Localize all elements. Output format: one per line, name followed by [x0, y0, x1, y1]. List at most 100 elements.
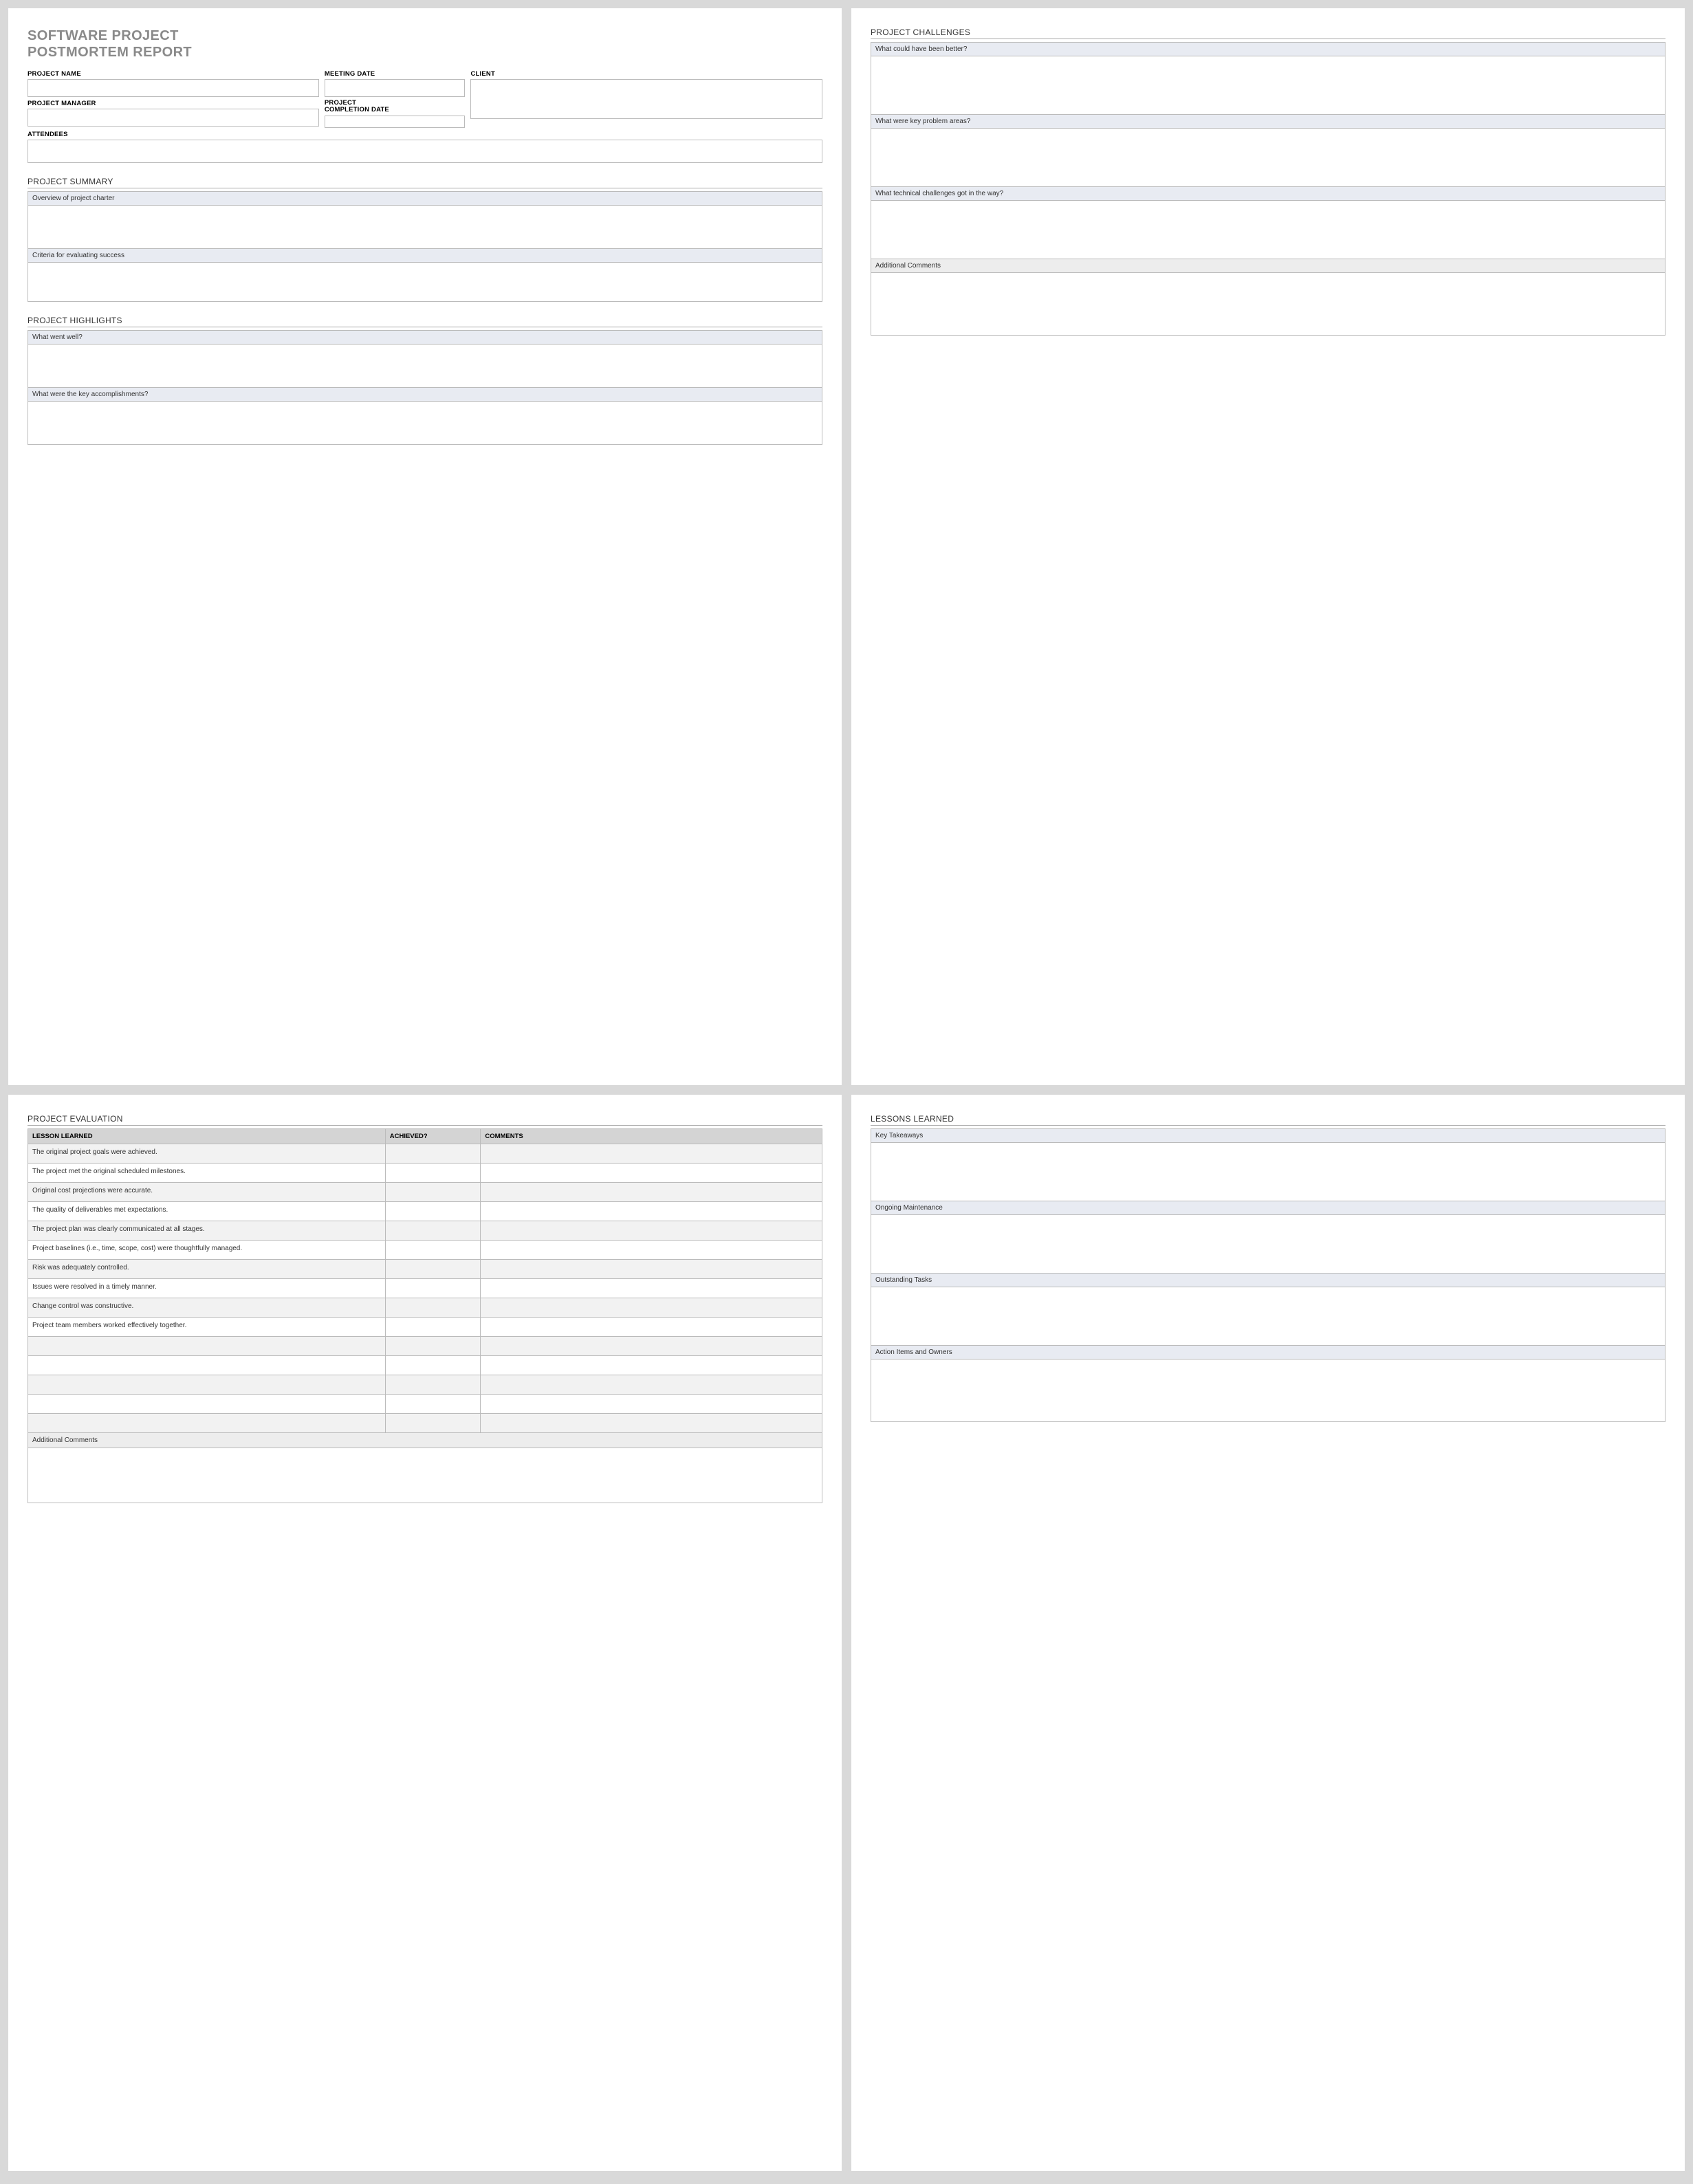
evaluation-table: LESSON LEARNED ACHIEVED? COMMENTS The or…	[28, 1128, 822, 1433]
cell-achieved[interactable]	[385, 1278, 481, 1298]
page-4: LESSONS LEARNED Key Takeaways Ongoing Ma…	[851, 1095, 1685, 2172]
cell-lesson: Original cost projections were accurate.	[28, 1182, 386, 1201]
page-1: SOFTWARE PROJECT POSTMORTEM REPORT PROJE…	[8, 8, 842, 1085]
cell-comments[interactable]	[481, 1221, 822, 1240]
cell-achieved[interactable]	[385, 1182, 481, 1201]
report-title: SOFTWARE PROJECT POSTMORTEM REPORT	[28, 28, 822, 61]
cell-comments[interactable]	[481, 1240, 822, 1259]
section-project-highlights: PROJECT HIGHLIGHTS What went well? What …	[28, 316, 822, 445]
table-row: Issues were resolved in a timely manner.	[28, 1278, 822, 1298]
label-criteria: Criteria for evaluating success	[28, 249, 822, 263]
cell-achieved[interactable]	[385, 1336, 481, 1355]
header-project-evaluation: PROJECT EVALUATION	[28, 1114, 822, 1126]
input-problem-areas[interactable]	[871, 129, 1665, 186]
cell-achieved[interactable]	[385, 1259, 481, 1278]
header-lessons-learned: LESSONS LEARNED	[871, 1114, 1665, 1126]
input-challenges-additional[interactable]	[871, 273, 1665, 335]
col-comments: COMMENTS	[481, 1128, 822, 1144]
input-went-well[interactable]	[28, 345, 822, 387]
page-2: PROJECT CHALLENGES What could have been …	[851, 8, 1685, 1085]
label-accomplishments: What were the key accomplishments?	[28, 388, 822, 402]
cell-comments[interactable]	[481, 1144, 822, 1163]
input-technical[interactable]	[871, 201, 1665, 259]
table-row	[28, 1413, 822, 1432]
cell-comments[interactable]	[481, 1394, 822, 1413]
cell-achieved[interactable]	[385, 1413, 481, 1432]
input-project-name[interactable]	[28, 79, 319, 97]
label-client: CLIENT	[470, 70, 822, 78]
cell-lesson	[28, 1355, 386, 1375]
input-completion-date[interactable]	[325, 116, 466, 128]
cell-comments[interactable]	[481, 1355, 822, 1375]
cell-lesson: Change control was constructive.	[28, 1298, 386, 1317]
table-row	[28, 1394, 822, 1413]
cell-comments[interactable]	[481, 1298, 822, 1317]
cell-lesson: Project baselines (i.e., time, scope, co…	[28, 1240, 386, 1259]
cell-achieved[interactable]	[385, 1394, 481, 1413]
cell-achieved[interactable]	[385, 1221, 481, 1240]
label-went-well: What went well?	[28, 331, 822, 345]
cell-lesson	[28, 1413, 386, 1432]
header-project-challenges: PROJECT CHALLENGES	[871, 28, 1665, 39]
cell-comments[interactable]	[481, 1317, 822, 1336]
table-row: Project baselines (i.e., time, scope, co…	[28, 1240, 822, 1259]
table-row: Project team members worked effectively …	[28, 1317, 822, 1336]
table-row: The project met the original scheduled m…	[28, 1163, 822, 1182]
cell-comments[interactable]	[481, 1413, 822, 1432]
cell-lesson: The project plan was clearly communicate…	[28, 1221, 386, 1240]
cell-achieved[interactable]	[385, 1201, 481, 1221]
input-action-items[interactable]	[871, 1359, 1665, 1421]
cell-achieved[interactable]	[385, 1355, 481, 1375]
meta-row-2: PROJECT MANAGER PROJECT COMPLETION DATE	[28, 100, 822, 128]
cell-comments[interactable]	[481, 1278, 822, 1298]
table-row	[28, 1375, 822, 1394]
label-better: What could have been better?	[871, 43, 1665, 56]
cell-achieved[interactable]	[385, 1144, 481, 1163]
table-row: Risk was adequately controlled.	[28, 1259, 822, 1278]
label-project-manager: PROJECT MANAGER	[28, 100, 319, 107]
section-project-summary: PROJECT SUMMARY Overview of project char…	[28, 177, 822, 302]
cell-lesson: The original project goals were achieved…	[28, 1144, 386, 1163]
cell-lesson: Project team members worked effectively …	[28, 1317, 386, 1336]
input-ongoing[interactable]	[871, 1215, 1665, 1273]
input-outstanding[interactable]	[871, 1287, 1665, 1345]
input-better[interactable]	[871, 56, 1665, 114]
cell-achieved[interactable]	[385, 1240, 481, 1259]
cell-lesson: The project met the original scheduled m…	[28, 1163, 386, 1182]
label-key-takeaways: Key Takeaways	[871, 1129, 1665, 1143]
cell-comments[interactable]	[481, 1336, 822, 1355]
input-accomplishments[interactable]	[28, 402, 822, 444]
input-meeting-date[interactable]	[325, 79, 466, 97]
label-problem-areas: What were key problem areas?	[871, 115, 1665, 129]
col-achieved: ACHIEVED?	[385, 1128, 481, 1144]
table-row: The original project goals were achieved…	[28, 1144, 822, 1163]
label-action-items: Action Items and Owners	[871, 1346, 1665, 1359]
cell-achieved[interactable]	[385, 1317, 481, 1336]
label-meeting-date: MEETING DATE	[325, 70, 466, 78]
cell-comments[interactable]	[481, 1375, 822, 1394]
cell-lesson: Risk was adequately controlled.	[28, 1259, 386, 1278]
cell-comments[interactable]	[481, 1259, 822, 1278]
label-outstanding: Outstanding Tasks	[871, 1274, 1665, 1287]
cell-lesson: The quality of deliverables met expectat…	[28, 1201, 386, 1221]
cell-achieved[interactable]	[385, 1298, 481, 1317]
label-challenges-additional: Additional Comments	[871, 259, 1665, 273]
table-row: The quality of deliverables met expectat…	[28, 1201, 822, 1221]
input-key-takeaways[interactable]	[871, 1143, 1665, 1201]
input-project-manager[interactable]	[28, 109, 319, 127]
cell-achieved[interactable]	[385, 1163, 481, 1182]
input-attendees[interactable]	[28, 140, 822, 163]
input-criteria[interactable]	[28, 263, 822, 301]
input-overview[interactable]	[28, 206, 822, 248]
header-project-highlights: PROJECT HIGHLIGHTS	[28, 316, 822, 327]
input-eval-additional[interactable]	[28, 1448, 822, 1503]
cell-comments[interactable]	[481, 1163, 822, 1182]
cell-achieved[interactable]	[385, 1375, 481, 1394]
label-overview: Overview of project charter	[28, 192, 822, 206]
label-eval-additional: Additional Comments	[28, 1433, 822, 1448]
cell-comments[interactable]	[481, 1201, 822, 1221]
label-ongoing: Ongoing Maintenance	[871, 1201, 1665, 1215]
cell-lesson: Issues were resolved in a timely manner.	[28, 1278, 386, 1298]
cell-comments[interactable]	[481, 1182, 822, 1201]
cell-lesson	[28, 1375, 386, 1394]
